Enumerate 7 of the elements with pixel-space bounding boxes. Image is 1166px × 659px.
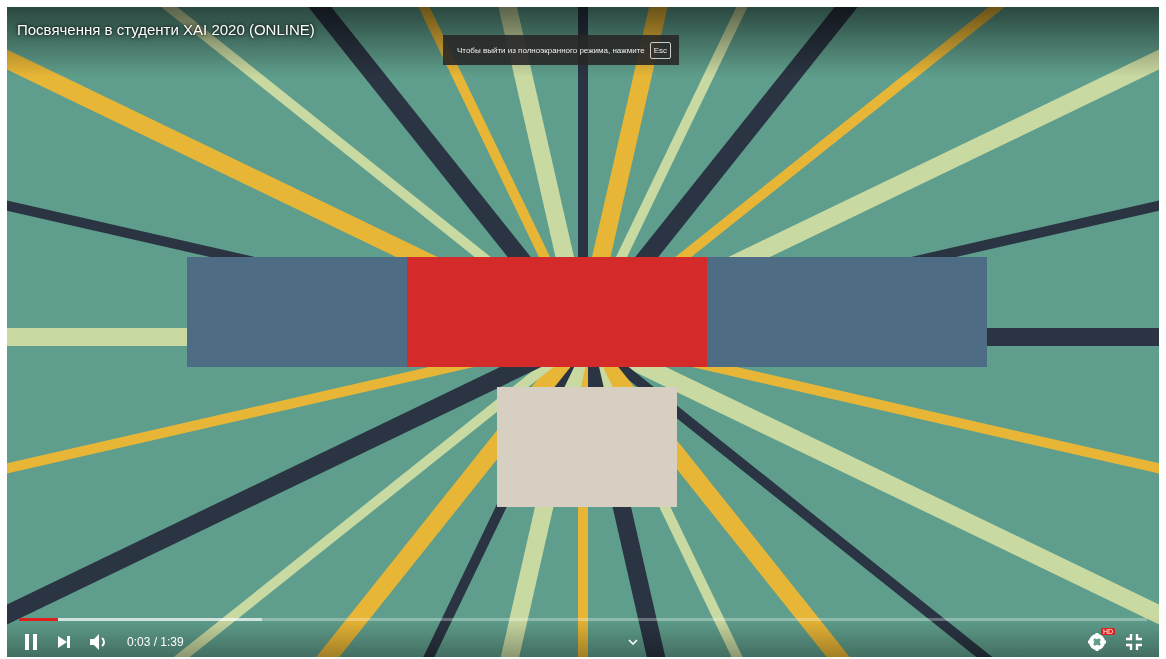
video-title: Посвячення в студенти ХАІ 2020 (ONLINE) xyxy=(17,21,315,38)
esc-key: Esc xyxy=(649,41,671,59)
pause-icon xyxy=(23,633,39,651)
chevron-down-icon[interactable] xyxy=(628,639,639,645)
progress-bar[interactable] xyxy=(19,618,1147,621)
notice-text: Чтобы выйти из полноэкранного режима, нажмите xyxy=(457,45,645,55)
time-display: 0:03 / 1:39 xyxy=(127,635,184,649)
